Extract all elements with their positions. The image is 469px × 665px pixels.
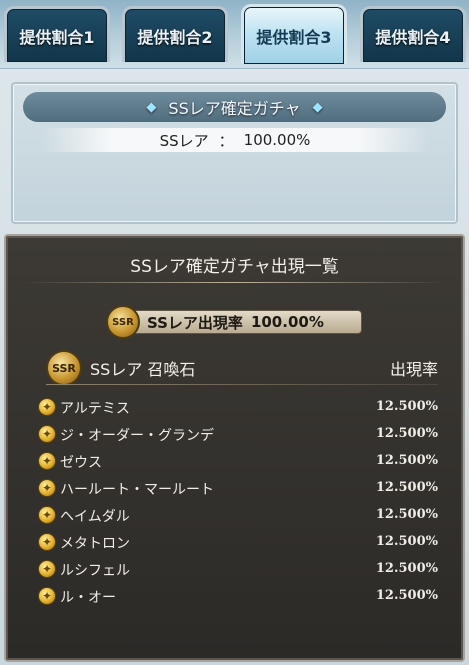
tab-label: 提供割合1 [19, 27, 95, 47]
summary-title-bar: ◆ SSレア確定ガチャ ◆ [23, 92, 446, 122]
tab-rate-1[interactable]: 提供割合1 [4, 6, 110, 62]
diamond-icon: ◆ [146, 99, 157, 115]
item-rate: 12.500% [375, 534, 438, 549]
item-name: ルシフェル [60, 563, 130, 579]
header-divider [46, 384, 438, 385]
tab-label: 提供割合3 [256, 27, 332, 47]
summary-panel: ◆ SSレア確定ガチャ ◆ SSレア ： 100.00% [11, 82, 458, 224]
summary-separator: ： [218, 131, 234, 150]
coin-icon: ✦ [38, 398, 56, 416]
item-name: アルテミス [60, 401, 130, 417]
item-rate: 12.500% [375, 507, 438, 522]
list-item: ✦ ヘイムダル 12.500% [38, 502, 438, 529]
tab-label: 提供割合4 [375, 27, 451, 47]
item-rate: 12.500% [375, 426, 438, 441]
list-item: ✦ ルシフェル 12.500% [38, 556, 438, 583]
list-item: ✦ ジ・オーダー・グランデ 12.500% [38, 421, 438, 448]
coin-icon: ✦ [38, 560, 56, 578]
category-header: SSレア 召喚石 [90, 360, 196, 379]
item-rate: 12.500% [375, 588, 438, 603]
summary-title: SSレア確定ガチャ [168, 99, 301, 118]
summary-rarity-label: SSレア [159, 131, 209, 150]
list-item: ✦ ハールート・マールート 12.500% [38, 475, 438, 502]
total-rate-value: 100.00% [250, 313, 324, 331]
tab-label: 提供割合2 [137, 27, 213, 47]
tab-bar: 提供割合1 提供割合2 提供割合3 提供割合4 [0, 0, 469, 69]
item-name: ル・オー [60, 590, 116, 606]
detail-panel: SSレア確定ガチャ出現一覧 SSレア出現率 100.00% SSR SSR SS… [4, 234, 465, 662]
item-rate: 12.500% [375, 561, 438, 576]
coin-icon: ✦ [38, 452, 56, 470]
coin-icon: ✦ [38, 587, 56, 605]
coin-icon: ✦ [38, 533, 56, 551]
summon-list: ✦ アルテミス 12.500% ✦ ジ・オーダー・グランデ 12.500% ✦ … [38, 394, 438, 610]
title-divider [24, 282, 445, 283]
rate-header: 出現率 [389, 360, 438, 379]
summary-rate-row: SSレア ： 100.00% [41, 128, 429, 152]
list-item: ✦ ル・オー 12.500% [38, 583, 438, 610]
total-rate-label: SSレア出現率 [147, 313, 243, 332]
item-name: メタトロン [60, 536, 130, 552]
item-name: ヘイムダル [60, 509, 130, 525]
tab-rate-3[interactable]: 提供割合3 [241, 4, 347, 64]
item-rate: 12.500% [375, 453, 438, 468]
coin-icon: ✦ [38, 506, 56, 524]
tab-rate-4[interactable]: 提供割合4 [360, 6, 466, 62]
item-rate: 12.500% [375, 480, 438, 495]
coin-icon: ✦ [38, 479, 56, 497]
item-rate: 12.500% [375, 399, 438, 414]
item-name: ゼウス [60, 455, 102, 471]
detail-title: SSレア確定ガチャ出現一覧 [130, 257, 339, 277]
ssr-badge-icon: SSR [106, 305, 140, 339]
list-header: SSR SSレア 召喚石 出現率 [46, 348, 438, 388]
ssr-emblem-icon: SSR [46, 350, 82, 386]
item-name: ジ・オーダー・グランデ [60, 428, 214, 444]
list-item: ✦ ゼウス 12.500% [38, 448, 438, 475]
tab-rate-2[interactable]: 提供割合2 [122, 6, 228, 62]
diamond-icon: ◆ [312, 99, 323, 115]
list-item: ✦ アルテミス 12.500% [38, 394, 438, 421]
item-name: ハールート・マールート [60, 482, 214, 498]
coin-icon: ✦ [38, 425, 56, 443]
summary-rate-value: 100.00% [243, 131, 311, 149]
total-rate-pill: SSレア出現率 100.00% [112, 310, 362, 334]
list-item: ✦ メタトロン 12.500% [38, 529, 438, 556]
